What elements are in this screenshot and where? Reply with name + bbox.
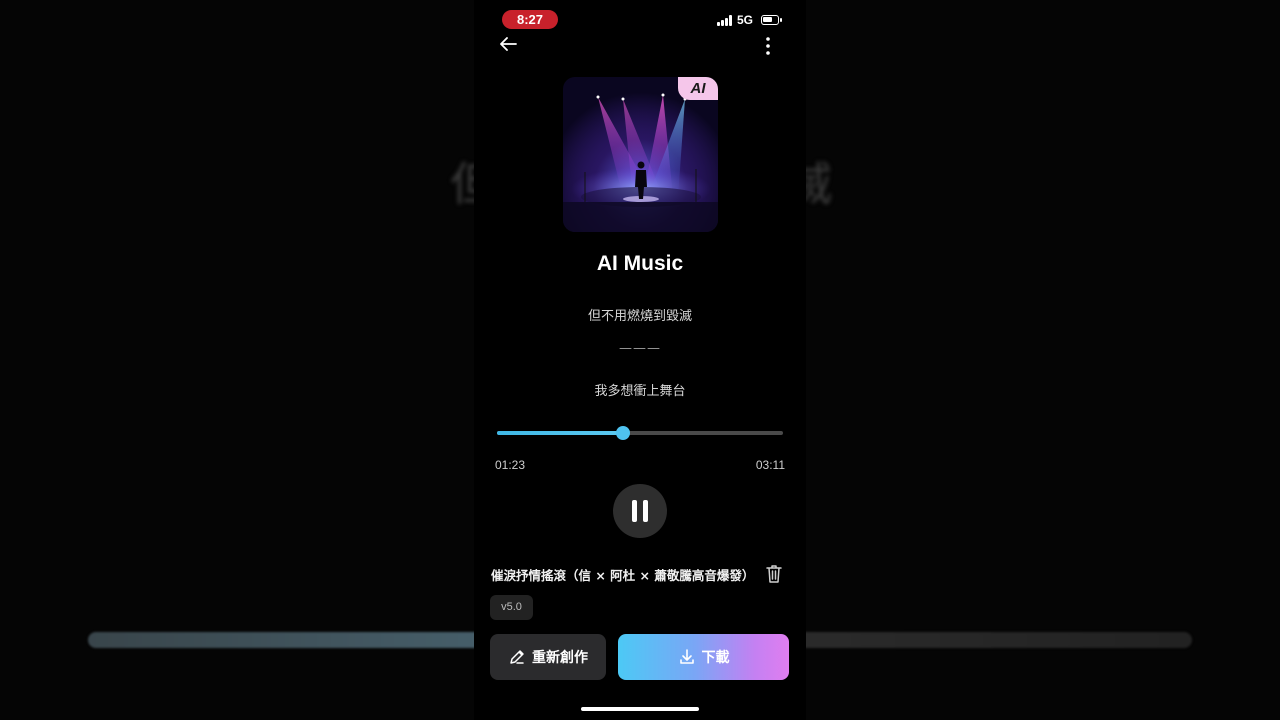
version-badge: v5.0 — [490, 595, 533, 620]
track-name: 催淚抒情搖滾（信 × 阿杜 × 蕭敬騰高音爆發） — [491, 568, 755, 583]
progress-fill — [497, 431, 623, 435]
status-time: 8:27 — [502, 10, 558, 29]
total-time: 03:11 — [755, 458, 785, 472]
lyric-next: 我多想衝上舞台 — [594, 384, 686, 399]
lyric-current: 但不用燃燒到毀滅 — [587, 309, 692, 324]
elapsed-time: 01:23 — [495, 458, 526, 472]
network-label: 5G — [737, 13, 754, 27]
signal-icon — [717, 15, 733, 26]
battery-icon — [761, 15, 782, 25]
recreate-label: 重新創作 — [532, 650, 588, 666]
back-arrow-icon — [500, 37, 517, 51]
lyric-separator: ——— — [619, 341, 661, 356]
pause-button[interactable] — [613, 484, 667, 538]
download-button[interactable]: 下載 — [618, 634, 789, 680]
album-cover: AI — [563, 77, 718, 232]
download-icon — [679, 649, 694, 664]
download-label: 下載 — [701, 650, 730, 666]
progress-thumb[interactable] — [615, 426, 630, 440]
back-button[interactable] — [496, 32, 520, 56]
lyric-previous-faded: ... — [474, 290, 806, 296]
more-options-button[interactable] — [756, 34, 780, 58]
phone-screen: 8:27 5G AI AI Music 但不用燃燒到毀滅 ——— 我多想衝上舞台… — [474, 0, 806, 720]
delete-button[interactable] — [764, 563, 784, 585]
more-vertical-icon — [766, 37, 770, 55]
stage-artwork — [563, 77, 718, 232]
progress-slider[interactable] — [497, 426, 783, 440]
status-bar: 8:27 5G — [474, 0, 806, 38]
ai-badge: AI — [678, 77, 718, 100]
recreate-button[interactable]: 重新創作 — [490, 634, 606, 680]
pencil-icon — [510, 650, 524, 664]
trash-icon — [766, 565, 782, 583]
home-indicator[interactable] — [581, 707, 699, 711]
song-title: AI Music — [596, 252, 684, 275]
